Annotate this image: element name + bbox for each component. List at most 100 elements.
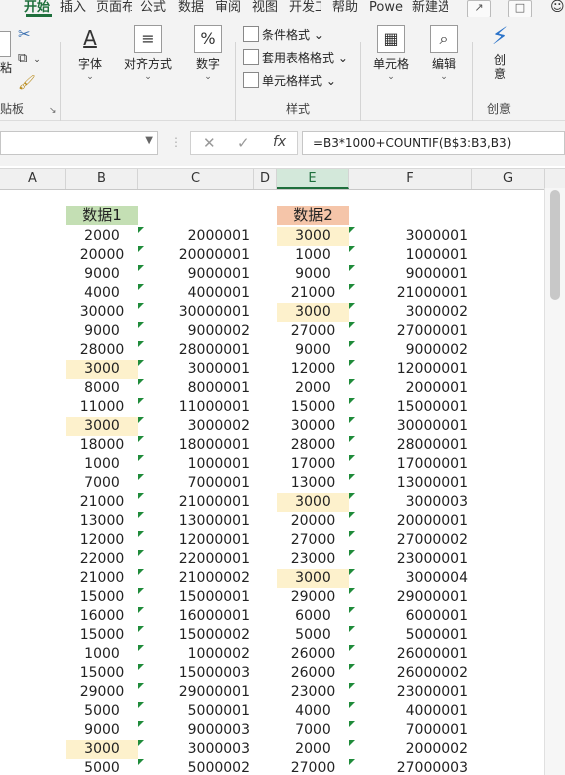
cell-f[interactable]: 3000004 xyxy=(349,569,472,588)
cell-b[interactable]: 3000 xyxy=(66,740,138,759)
cell-e[interactable]: 3000 xyxy=(277,569,349,588)
cell-b[interactable]: 11000 xyxy=(66,398,138,417)
cell-b[interactable]: 7000 xyxy=(66,474,138,493)
cell-c[interactable]: 20000001 xyxy=(138,246,254,265)
format-painter-icon[interactable]: 🖌 xyxy=(18,75,36,91)
error-indicator-icon[interactable] xyxy=(138,398,144,404)
header-cell-data2[interactable]: 数据2 xyxy=(277,206,349,225)
cell-e[interactable]: 1000 xyxy=(277,246,349,265)
cell-c[interactable]: 5000001 xyxy=(138,702,254,721)
worksheet-grid[interactable]: 数据1 数据2 2000 2000001 3000 3000001 20000 20000… xyxy=(0,188,545,775)
comment-icon[interactable]: □ xyxy=(508,0,532,18)
cell-c[interactable]: 22000001 xyxy=(138,550,254,569)
column-header-d[interactable]: D xyxy=(254,169,277,189)
cell-c[interactable]: 18000001 xyxy=(138,436,254,455)
cell-c[interactable]: 7000001 xyxy=(138,474,254,493)
tab-view[interactable]: 视图 xyxy=(252,0,282,17)
error-indicator-icon[interactable] xyxy=(138,322,144,328)
cell-e[interactable]: 15000 xyxy=(277,398,349,417)
cell-b[interactable]: 8000 xyxy=(66,379,138,398)
error-indicator-icon[interactable] xyxy=(138,455,144,461)
cell-e[interactable]: 26000 xyxy=(277,645,349,664)
font-button[interactable]: A 字体 ⌄ xyxy=(70,25,110,82)
cell-c[interactable]: 28000001 xyxy=(138,341,254,360)
error-indicator-icon[interactable] xyxy=(349,246,355,252)
cell-c[interactable]: 11000001 xyxy=(138,398,254,417)
error-indicator-icon[interactable] xyxy=(349,721,355,727)
cell-f[interactable]: 23000001 xyxy=(349,683,472,702)
cell-c[interactable]: 1000001 xyxy=(138,455,254,474)
format-as-table-button[interactable]: 套用表格格式 ⌄ xyxy=(243,48,348,68)
error-indicator-icon[interactable] xyxy=(138,645,144,651)
error-indicator-icon[interactable] xyxy=(349,645,355,651)
error-indicator-icon[interactable] xyxy=(349,550,355,556)
cell-e[interactable]: 28000 xyxy=(277,436,349,455)
cell-c[interactable]: 29000001 xyxy=(138,683,254,702)
cell-e[interactable]: 23000 xyxy=(277,550,349,569)
cell-b[interactable]: 9000 xyxy=(66,322,138,341)
error-indicator-icon[interactable] xyxy=(138,265,144,271)
cell-b[interactable]: 13000 xyxy=(66,512,138,531)
cell-c[interactable]: 30000001 xyxy=(138,303,254,322)
cell-b[interactable]: 15000 xyxy=(66,664,138,683)
cell-c[interactable]: 9000001 xyxy=(138,265,254,284)
error-indicator-icon[interactable] xyxy=(349,683,355,689)
error-indicator-icon[interactable] xyxy=(349,740,355,746)
cell-c[interactable]: 9000002 xyxy=(138,322,254,341)
cell-e[interactable]: 9000 xyxy=(277,265,349,284)
paste-label[interactable]: 粘 xyxy=(0,59,12,76)
cell-e[interactable]: 21000 xyxy=(277,284,349,303)
tab-developer[interactable]: 开发工 xyxy=(289,0,321,17)
error-indicator-icon[interactable] xyxy=(138,550,144,556)
error-indicator-icon[interactable] xyxy=(138,626,144,632)
error-indicator-icon[interactable] xyxy=(138,759,144,765)
cell-f[interactable]: 2000001 xyxy=(349,379,472,398)
cell-f[interactable]: 6000001 xyxy=(349,607,472,626)
cell-e[interactable]: 26000 xyxy=(277,664,349,683)
name-box[interactable]: ▼ xyxy=(0,131,158,155)
cell-b[interactable]: 5000 xyxy=(66,759,138,775)
cell-b[interactable]: 15000 xyxy=(66,588,138,607)
cell-c[interactable]: 9000003 xyxy=(138,721,254,740)
header-cell-data1[interactable]: 数据1 xyxy=(66,206,138,225)
error-indicator-icon[interactable] xyxy=(349,626,355,632)
cell-b[interactable]: 21000 xyxy=(66,493,138,512)
tab-page-layout[interactable]: 页面布 xyxy=(96,0,132,17)
cell-f[interactable]: 4000001 xyxy=(349,702,472,721)
chevron-down-icon[interactable]: ▼ xyxy=(145,135,153,146)
editing-button[interactable]: ⌕ 编辑 ⌄ xyxy=(424,25,464,82)
error-indicator-icon[interactable] xyxy=(138,721,144,727)
cell-c[interactable]: 5000002 xyxy=(138,759,254,775)
tab-data[interactable]: 数据 xyxy=(178,0,208,17)
cell-c[interactable]: 21000001 xyxy=(138,493,254,512)
error-indicator-icon[interactable] xyxy=(349,322,355,328)
cell-b[interactable]: 1000 xyxy=(66,645,138,664)
cell-c[interactable]: 3000002 xyxy=(138,417,254,436)
cell-f[interactable]: 1000001 xyxy=(349,246,472,265)
cell-c[interactable]: 16000001 xyxy=(138,607,254,626)
cell-e[interactable]: 3000 xyxy=(277,227,349,246)
cell-c[interactable]: 2000001 xyxy=(138,227,254,246)
error-indicator-icon[interactable] xyxy=(138,379,144,385)
cell-b[interactable]: 9000 xyxy=(66,721,138,740)
cell-c[interactable]: 15000003 xyxy=(138,664,254,683)
smiley-icon[interactable]: ☺ xyxy=(550,0,565,17)
error-indicator-icon[interactable] xyxy=(349,417,355,423)
cell-c[interactable]: 1000002 xyxy=(138,645,254,664)
error-indicator-icon[interactable] xyxy=(138,417,144,423)
error-indicator-icon[interactable] xyxy=(349,493,355,499)
cancel-icon[interactable]: ✕ xyxy=(203,134,216,152)
cell-e[interactable]: 9000 xyxy=(277,341,349,360)
cell-f[interactable]: 17000001 xyxy=(349,455,472,474)
cell-f[interactable]: 28000001 xyxy=(349,436,472,455)
column-header-f[interactable]: F xyxy=(349,169,472,189)
error-indicator-icon[interactable] xyxy=(138,512,144,518)
cell-b[interactable]: 21000 xyxy=(66,569,138,588)
tab-help[interactable]: 帮助 xyxy=(332,0,362,17)
cell-e[interactable]: 12000 xyxy=(277,360,349,379)
cell-e[interactable]: 4000 xyxy=(277,702,349,721)
error-indicator-icon[interactable] xyxy=(349,759,355,765)
cell-f[interactable]: 27000002 xyxy=(349,531,472,550)
cell-c[interactable]: 4000001 xyxy=(138,284,254,303)
copy-icon[interactable]: ⧉ ⌄ xyxy=(18,51,41,66)
